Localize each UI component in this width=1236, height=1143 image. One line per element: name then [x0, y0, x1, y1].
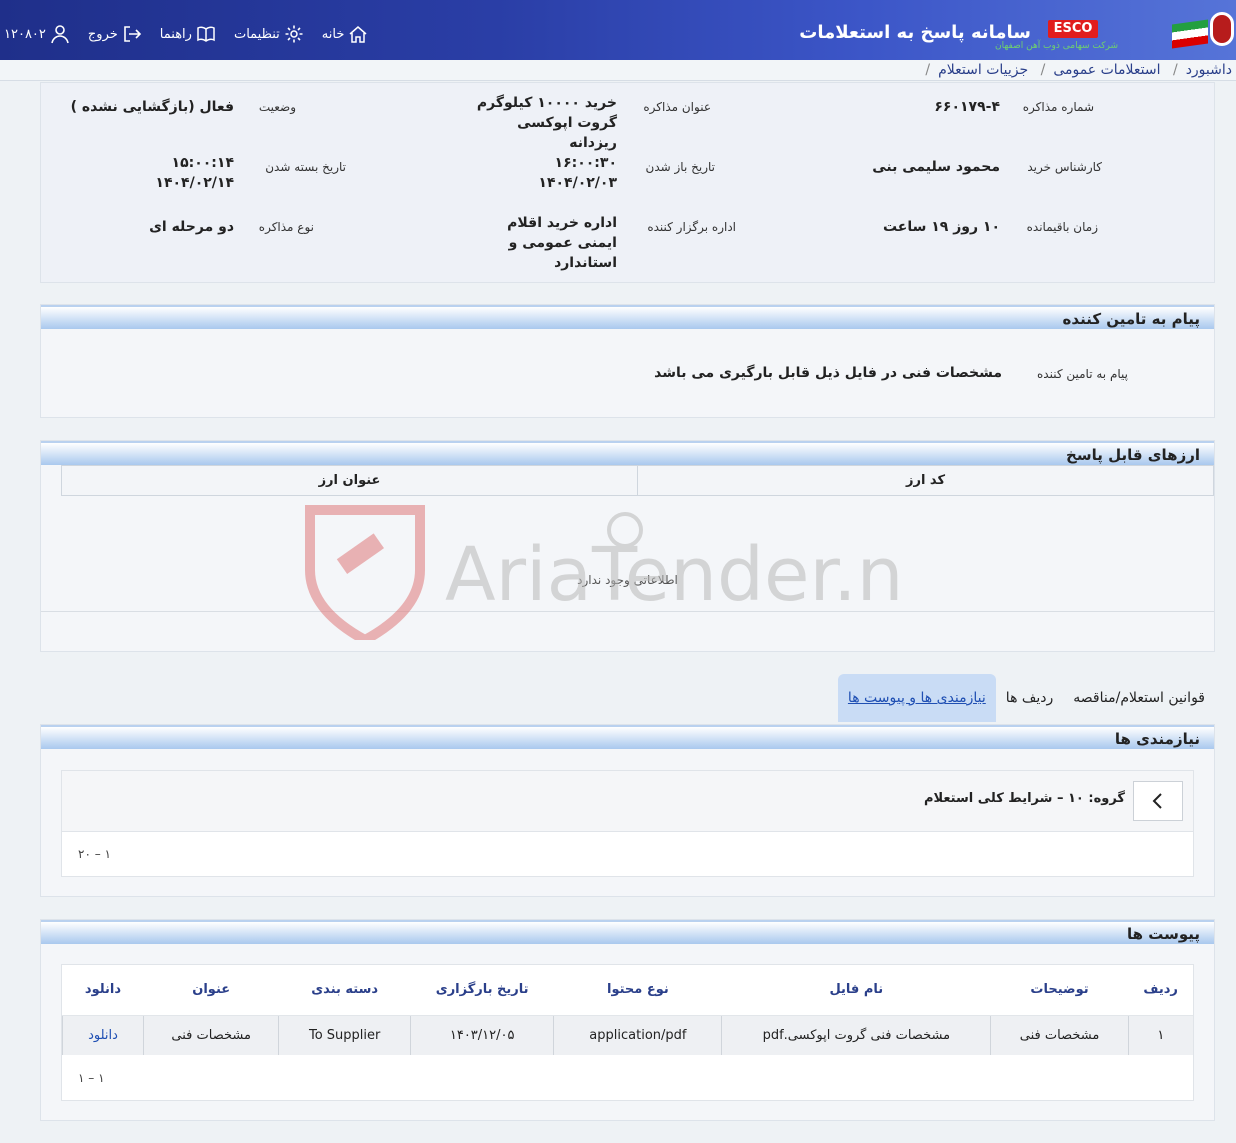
supplier-message-panel: پیام به تامین کننده پیام به تامین کننده … — [40, 304, 1215, 418]
close-time: ۱۵:۰۰:۱۴ — [171, 155, 234, 171]
buyer-expert: محمود سلیمی بنی — [872, 159, 1000, 175]
remaining-label: زمان باقیمانده — [1026, 220, 1098, 234]
cell-file-name: مشخصات فنی گروت اپوکسی.pdf — [721, 1015, 991, 1055]
gear-icon — [285, 25, 303, 43]
tab-requirements-attachments[interactable]: نیازمندی ها و پیوست ها — [837, 674, 996, 722]
requirements-panel: نیازمندی ها گروه: ۱۰ – شرایط کلی استعلام… — [40, 724, 1215, 897]
currencies-panel: ارزهای قابل پاسخ کد ارز عنوان ارز اطلاعا… — [40, 440, 1215, 652]
attachments-header-row: ردیف توضیحات نام فایل نوع محتوا تاریخ با… — [62, 965, 1193, 1016]
col-description[interactable]: توضیحات — [990, 965, 1129, 1016]
help-label: راهنما — [159, 26, 192, 42]
breadcrumb-inquiry-details[interactable]: جزییات استعلام — [938, 62, 1028, 78]
col-row[interactable]: ردیف — [1128, 965, 1193, 1016]
status-value: فعال (بازگشایی نشده ) — [70, 99, 234, 115]
negotiation-number: ۶۶۰۱۷۹-۴ — [934, 99, 1000, 115]
download-link[interactable]: دانلود — [62, 1015, 144, 1055]
table-row: ۱ مشخصات فنی مشخصات فنی گروت اپوکسی.pdf … — [62, 1015, 1193, 1055]
supplier-message-text: مشخصات فنی در فایل ذیل قابل بارگیری می ب… — [654, 365, 1002, 381]
requirements-box: گروه: ۱۰ – شرایط کلی استعلام ۱ – ۲۰ — [61, 770, 1194, 877]
buyer-expert-label: کارشناس خرید — [1027, 160, 1102, 174]
remaining-time: ۱۰ روز ۱۹ ساعت — [882, 219, 1000, 235]
cell-title: مشخصات فنی — [142, 1015, 279, 1055]
status-label: وضعیت — [258, 100, 296, 114]
top-nav: ۱۲۰۸۰۲ خروج راهنما تنظیمات خانه — [0, 22, 386, 46]
cell-content-type: application/pdf — [553, 1015, 722, 1055]
cell-row: ۱ — [1127, 1015, 1193, 1055]
organizer: اداره خرید اقلام ایمنی عمومی و استاندارد — [507, 215, 617, 271]
tab-rows[interactable]: ردیف ها — [996, 674, 1063, 722]
negotiation-number-label: شماره مذاکره — [1022, 100, 1094, 114]
logout-button[interactable]: خروج — [88, 24, 142, 44]
open-date-label: تاریخ باز شدن — [645, 160, 715, 174]
company-subtitle: شرکت سهامی ذوب آهن اصفهان — [995, 41, 1118, 51]
col-file-name[interactable]: نام فایل — [721, 965, 991, 1016]
attachments-box: ردیف توضیحات نام فایل نوع محتوا تاریخ با… — [61, 964, 1194, 1101]
requirements-header: نیازمندی ها — [41, 725, 1214, 749]
home-icon — [349, 26, 367, 43]
col-title[interactable]: عنوان — [143, 965, 279, 1016]
supplier-message-header: پیام به تامین کننده — [41, 305, 1214, 329]
chevron-left-icon — [1152, 793, 1162, 809]
currencies-header: ارزهای قابل پاسخ — [41, 441, 1214, 465]
col-currency-code[interactable]: کد ارز — [637, 465, 1214, 496]
iran-flag-icon — [1172, 19, 1208, 49]
col-download[interactable]: دانلود — [62, 965, 144, 1016]
home-button[interactable]: خانه — [322, 24, 369, 44]
open-time: ۱۶:۰۰:۳۰ — [554, 155, 617, 171]
user-icon — [51, 25, 69, 44]
col-category[interactable]: دسته بندی — [278, 965, 411, 1016]
cell-category: To Supplier — [278, 1015, 411, 1055]
requirements-group-row[interactable]: گروه: ۱۰ – شرایط کلی استعلام — [62, 771, 1193, 832]
col-upload-date[interactable]: تاریخ بارگزاری — [410, 965, 554, 1016]
company-emblem-icon — [1210, 12, 1234, 46]
expand-group-button[interactable] — [1133, 781, 1183, 821]
home-label: خانه — [321, 26, 345, 42]
attachments-header: پیوست ها — [41, 920, 1214, 944]
requirements-pagination: ۱ – ۲۰ — [78, 847, 111, 861]
cell-upload-date: ۱۴۰۳/۱۲/۰۵ — [409, 1015, 554, 1055]
user-id: ۱۲۰۸۰۲ — [4, 26, 46, 42]
attachments-pagination: ۱ – ۱ — [78, 1071, 105, 1085]
breadcrumb-public-inquiries[interactable]: استعلامات عمومی — [1053, 62, 1160, 78]
col-currency-title[interactable]: عنوان ارز — [61, 465, 638, 496]
requirements-group-text: گروه: ۱۰ – شرایط کلی استعلام — [923, 791, 1125, 806]
settings-label: تنظیمات — [233, 26, 280, 42]
currencies-table-wrap: کد ارز عنوان ارز — [61, 465, 1214, 496]
breadcrumb: داشبورد/ استعلامات عمومی/ جزییات استعلام… — [0, 60, 1236, 81]
attachments-panel: پیوست ها ردیف توضیحات نام فایل نوع محتوا… — [40, 919, 1215, 1121]
settings-button[interactable]: تنظیمات — [234, 24, 304, 44]
esco-logo: ESCO — [1048, 20, 1098, 38]
system-title: سامانه پاسخ به استعلامات — [799, 22, 1031, 43]
negotiation-type: دو مرحله ای — [149, 219, 234, 235]
negotiation-title-label: عنوان مذاکره — [643, 100, 711, 114]
logout-label: خروج — [87, 26, 118, 42]
negotiation-title: خرید ۱۰۰۰۰ کیلوگرم گروت اپوکسی ریزدانه — [476, 95, 617, 151]
attachments-table: ردیف توضیحات نام فایل نوع محتوا تاریخ با… — [62, 965, 1193, 1055]
close-date-label: تاریخ بسته شدن — [265, 160, 346, 174]
cell-description: مشخصات فنی — [990, 1015, 1129, 1055]
breadcrumb-dashboard[interactable]: داشبورد — [1186, 62, 1232, 78]
currencies-table: کد ارز عنوان ارز — [61, 465, 1214, 496]
type-label: نوع مذاکره — [258, 220, 314, 234]
organizer-label: اداره برگزار کننده — [647, 220, 736, 234]
currencies-empty-text: اطلاعاتی وجود ندارد — [577, 573, 678, 587]
help-button[interactable]: راهنما — [160, 24, 216, 44]
supplier-message-label: پیام به تامین کننده — [1037, 367, 1128, 381]
top-header: ۱۲۰۸۰۲ خروج راهنما تنظیمات خانه سامانه پ… — [0, 0, 1236, 60]
tab-rules[interactable]: قوانین استعلام/مناقصه — [1063, 674, 1215, 722]
book-icon — [197, 26, 215, 42]
details-panel: شماره مذاکره ۶۶۰۱۷۹-۴ عنوان مذاکره خرید … — [40, 82, 1215, 283]
currencies-divider — [41, 611, 1214, 612]
col-content-type[interactable]: نوع محتوا — [553, 965, 722, 1016]
logout-icon — [123, 26, 141, 42]
tabs-bar: نیازمندی ها و پیوست ها ردیف ها قوانین اس… — [837, 674, 1215, 722]
close-date: ۱۴۰۴/۰۲/۱۴ — [155, 175, 234, 191]
open-date: ۱۴۰۴/۰۲/۰۳ — [538, 175, 617, 191]
user-id-item[interactable]: ۱۲۰۸۰۲ — [4, 24, 70, 44]
